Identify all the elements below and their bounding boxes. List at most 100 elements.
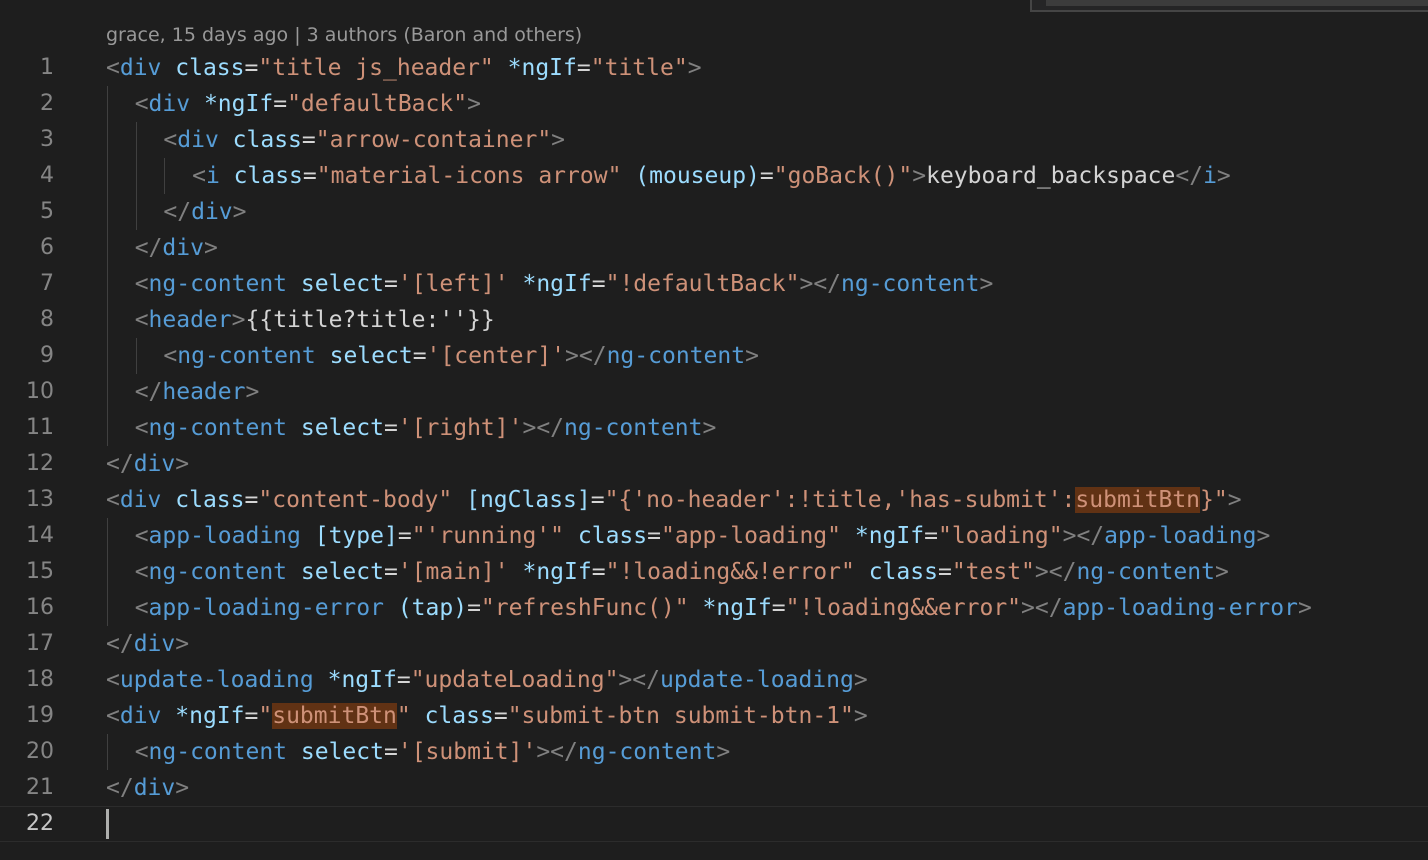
code-token: "!loading&&error": [785, 595, 1022, 621]
code-line[interactable]: 5 </div>: [0, 194, 1428, 230]
code-token: select: [300, 415, 384, 441]
code-text[interactable]: <update-loading *ngIf="updateLoading"></…: [106, 662, 868, 698]
code-token: ng-content: [148, 559, 288, 585]
code-token: "app-loading": [660, 523, 841, 549]
code-token: ng-content: [606, 343, 746, 369]
code-line[interactable]: 9 <ng-content select='[center]'></ng-cont…: [0, 338, 1428, 374]
code-line[interactable]: 16 <app-loading-error (tap)="refreshFunc(…: [0, 590, 1428, 626]
line-number: 3: [40, 127, 54, 152]
code-token: ></: [1034, 559, 1077, 585]
code-text[interactable]: <ng-content select='[left]' *ngIf="!defa…: [135, 266, 994, 302]
code-token: <: [192, 163, 206, 189]
code-token: >: [175, 775, 190, 801]
code-line[interactable]: 21 </div>: [0, 770, 1428, 806]
code-token: ></: [1021, 595, 1063, 621]
code-text[interactable]: </div>: [106, 626, 189, 662]
code-editor[interactable]: grace, 15 days ago | 3 authors (Baron an…: [0, 0, 1428, 860]
code-line[interactable]: 14 <app-loading [type]="'running'" class=…: [0, 518, 1428, 554]
code-text[interactable]: <ng-content select='[center]'></ng-conte…: [163, 338, 759, 374]
line-number: 15: [26, 559, 54, 584]
code-text[interactable]: <div *ngIf="defaultBack">: [135, 86, 481, 122]
code-text[interactable]: <ng-content select='[right]'></ng-conten…: [135, 410, 717, 446]
code-token: =: [647, 523, 661, 549]
code-token: ": [258, 703, 273, 729]
code-token: (mouseup): [635, 163, 760, 189]
code-line[interactable]: 13 <div class="content-body" [ngClass]="{…: [0, 482, 1428, 518]
code-token: class: [232, 127, 302, 153]
code-text[interactable]: <ng-content select='[submit]'></ng-conte…: [135, 734, 731, 770]
line-number: 2: [40, 91, 54, 116]
code-line[interactable]: 18 <update-loading *ngIf="updateLoading">…: [0, 662, 1428, 698]
code-line[interactable]: 4 <i class="material-icons arrow" (mouseu…: [0, 158, 1428, 194]
code-line[interactable]: 11 <ng-content select='[right]'></ng-cont…: [0, 410, 1428, 446]
code-token: ></: [565, 343, 607, 369]
code-line[interactable]: 22: [0, 806, 1428, 842]
code-text[interactable]: <app-loading-error (tap)="refreshFunc()"…: [135, 590, 1312, 626]
code-token: ng-content: [148, 415, 288, 441]
code-token: >: [979, 271, 994, 297]
code-line[interactable]: 12 </div>: [0, 446, 1428, 482]
code-token: =: [591, 559, 606, 585]
code-text[interactable]: <header>{{title?title:''}}: [135, 302, 495, 338]
code-token: <: [106, 667, 120, 693]
code-text[interactable]: </div>: [106, 770, 189, 806]
code-token: (tap): [397, 595, 468, 621]
code-token: ng-content: [148, 739, 288, 765]
code-token: >: [716, 739, 731, 765]
code-token: =: [412, 343, 427, 369]
code-text[interactable]: <i class="material-icons arrow" (mouseup…: [192, 158, 1231, 194]
indent-guide: [164, 158, 166, 194]
code-token: app-loading-error: [1062, 595, 1298, 621]
code-line[interactable]: 20 <ng-content select='[submit]'></ng-con…: [0, 734, 1428, 770]
code-token: i: [205, 163, 220, 189]
code-area[interactable]: 1 <div class="title js_header" *ngIf="tit…: [0, 50, 1428, 842]
code-token: div: [148, 91, 191, 117]
code-token: >: [551, 127, 566, 153]
code-token: select: [300, 739, 384, 765]
code-token: [ngClass]: [466, 487, 591, 513]
git-blame-codelens[interactable]: grace, 15 days ago | 3 authors (Baron an…: [106, 22, 582, 48]
code-line[interactable]: 19 <div *ngIf="submitBtn" class="submit-b…: [0, 698, 1428, 734]
code-text[interactable]: </div>: [163, 194, 246, 230]
code-line[interactable]: 3 <div class="arrow-container">: [0, 122, 1428, 158]
code-token: =: [244, 55, 259, 81]
code-token: =: [383, 271, 398, 297]
code-token: <: [134, 307, 149, 333]
code-line[interactable]: 10 </header>: [0, 374, 1428, 410]
code-token: "content-body": [258, 487, 453, 513]
code-text[interactable]: </div>: [135, 230, 218, 266]
code-token: div: [191, 199, 233, 225]
code-line[interactable]: 15 <ng-content select='[main]' *ngIf="!lo…: [0, 554, 1428, 590]
code-text[interactable]: <div class="content-body" [ngClass]="{'n…: [106, 482, 1242, 518]
code-line[interactable]: 8 <header>{{title?title:''}}: [0, 302, 1428, 338]
code-token: "title js_header": [258, 55, 494, 81]
code-text[interactable]: </div>: [106, 446, 189, 482]
indent-guide: [135, 194, 137, 230]
code-line[interactable]: 2 <div *ngIf="defaultBack">: [0, 86, 1428, 122]
code-text[interactable]: <ng-content select='[main]' *ngIf="!load…: [135, 554, 1229, 590]
line-number: 7: [40, 271, 54, 296]
code-line[interactable]: 1 <div class="title js_header" *ngIf="tit…: [0, 50, 1428, 86]
code-token: =: [591, 271, 606, 297]
indent-guide: [107, 590, 108, 626]
code-line[interactable]: 17 </div>: [0, 626, 1428, 662]
code-token: =: [937, 559, 952, 585]
code-text[interactable]: </header>: [135, 374, 260, 410]
code-token: select: [300, 271, 384, 297]
code-line[interactable]: 6 </div>: [0, 230, 1428, 266]
code-token: </: [106, 775, 134, 801]
code-token: =: [244, 703, 259, 729]
indent-guide: [107, 86, 108, 122]
code-text[interactable]: <div *ngIf="submitBtn" class="submit-btn…: [106, 698, 868, 734]
code-text[interactable]: <div class="arrow-container">: [163, 122, 565, 158]
code-line[interactable]: 7 <ng-content select='[left]' *ngIf="!def…: [0, 266, 1428, 302]
code-text[interactable]: <app-loading [type]="'running'" class="a…: [135, 518, 1271, 554]
code-text[interactable]: <div class="title js_header" *ngIf="titl…: [106, 50, 702, 86]
line-number: 8: [40, 307, 54, 332]
code-token: >: [745, 343, 759, 369]
code-token: =: [924, 523, 938, 549]
code-token: =: [576, 55, 591, 81]
